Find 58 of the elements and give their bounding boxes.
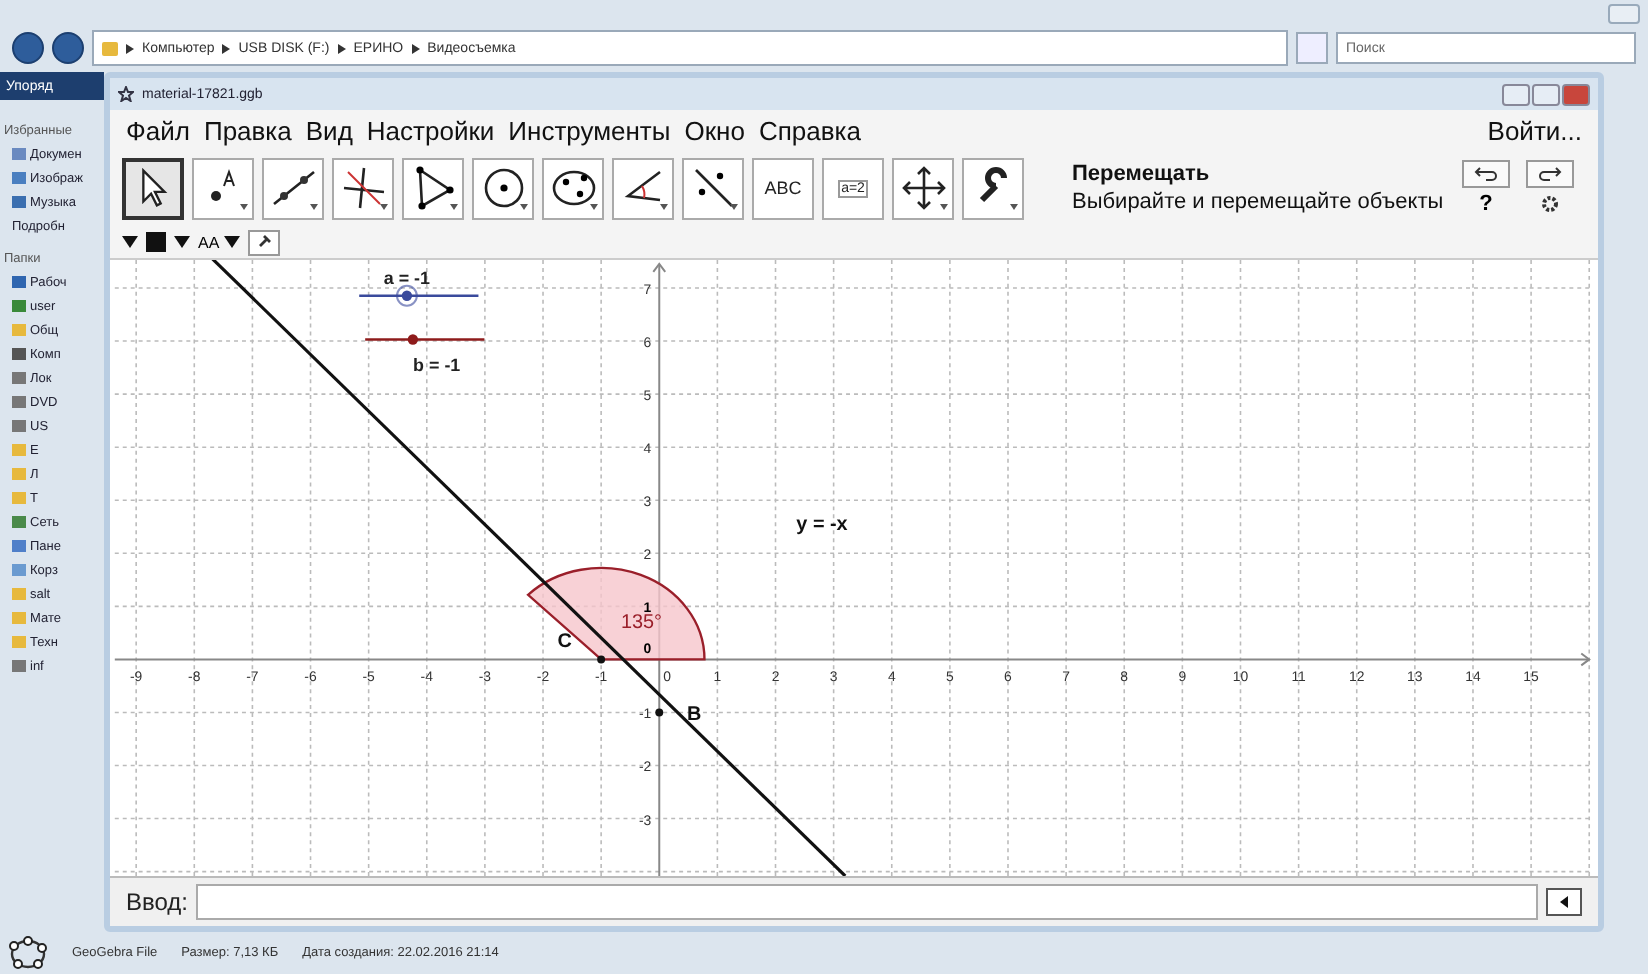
tool-button[interactable]: ABC: [752, 157, 814, 219]
tool-button[interactable]: [892, 157, 954, 219]
slider-label: a = -1: [383, 267, 430, 288]
tool-button[interactable]: [402, 157, 464, 219]
input-label: Ввод:: [126, 888, 188, 916]
close-button[interactable]: [1562, 83, 1590, 105]
tool-button[interactable]: [542, 157, 604, 219]
undo-icon: [1474, 166, 1498, 182]
dropdown-icon[interactable]: [223, 236, 240, 248]
menu-item[interactable]: Окно: [684, 115, 745, 145]
point-label: B: [687, 704, 702, 727]
minimize-button[interactable]: [1502, 83, 1530, 105]
slider-thumb[interactable]: [401, 290, 413, 301]
tool-button[interactable]: [962, 157, 1024, 219]
slider-thumb[interactable]: [407, 334, 419, 345]
dropdown-icon[interactable]: [122, 236, 138, 248]
chevron-icon: [337, 43, 346, 53]
dropdown-icon[interactable]: [174, 236, 190, 248]
tool-button[interactable]: [682, 157, 744, 219]
input-help-button[interactable]: [1546, 888, 1582, 916]
maximize-button[interactable]: [1532, 83, 1560, 105]
star-icon: [118, 86, 134, 102]
equation-label: y = -x: [796, 514, 848, 537]
menu-item[interactable]: Инструменты: [508, 115, 671, 145]
menu-item[interactable]: Справка: [758, 115, 861, 145]
undo-button[interactable]: [1462, 160, 1510, 188]
chevron-icon: [126, 43, 134, 53]
login-link[interactable]: Войти...: [1487, 115, 1582, 145]
tool-hint: Выбирайте и перемещайте объекты: [1072, 190, 1446, 214]
point: [597, 655, 606, 664]
font-size-button[interactable]: AA: [198, 233, 220, 251]
tool-button[interactable]: [262, 157, 324, 219]
pin-icon: [255, 234, 272, 250]
tool-name: Перемещать: [1072, 162, 1212, 186]
menu-item[interactable]: Правка: [203, 115, 292, 145]
geogebra-logo-icon: [8, 935, 48, 971]
redo-icon: [1538, 166, 1562, 182]
point: [655, 708, 664, 717]
tool-button[interactable]: [472, 157, 534, 219]
chevron-icon: [411, 43, 420, 53]
slider-label: b = -1: [413, 355, 461, 376]
tool-button[interactable]: [192, 157, 254, 219]
tool-button[interactable]: [612, 157, 674, 219]
settings-icon[interactable]: [1540, 194, 1560, 214]
help-button[interactable]: ?: [1479, 192, 1493, 216]
angle-label: 135°: [621, 611, 663, 634]
tool-button[interactable]: [122, 157, 184, 219]
redo-button[interactable]: [1526, 160, 1574, 188]
point-label: C: [557, 631, 572, 654]
tool-button[interactable]: [332, 157, 394, 219]
menu-item[interactable]: Настройки: [366, 115, 495, 145]
color-swatch[interactable]: [146, 232, 166, 252]
chevron-icon: [222, 43, 231, 53]
pin-button[interactable]: [247, 229, 280, 255]
input-field[interactable]: [196, 884, 1538, 920]
menu-item[interactable]: Файл: [126, 115, 190, 145]
left-triangle-icon: [1556, 894, 1572, 910]
menu-item[interactable]: Вид: [305, 115, 353, 145]
